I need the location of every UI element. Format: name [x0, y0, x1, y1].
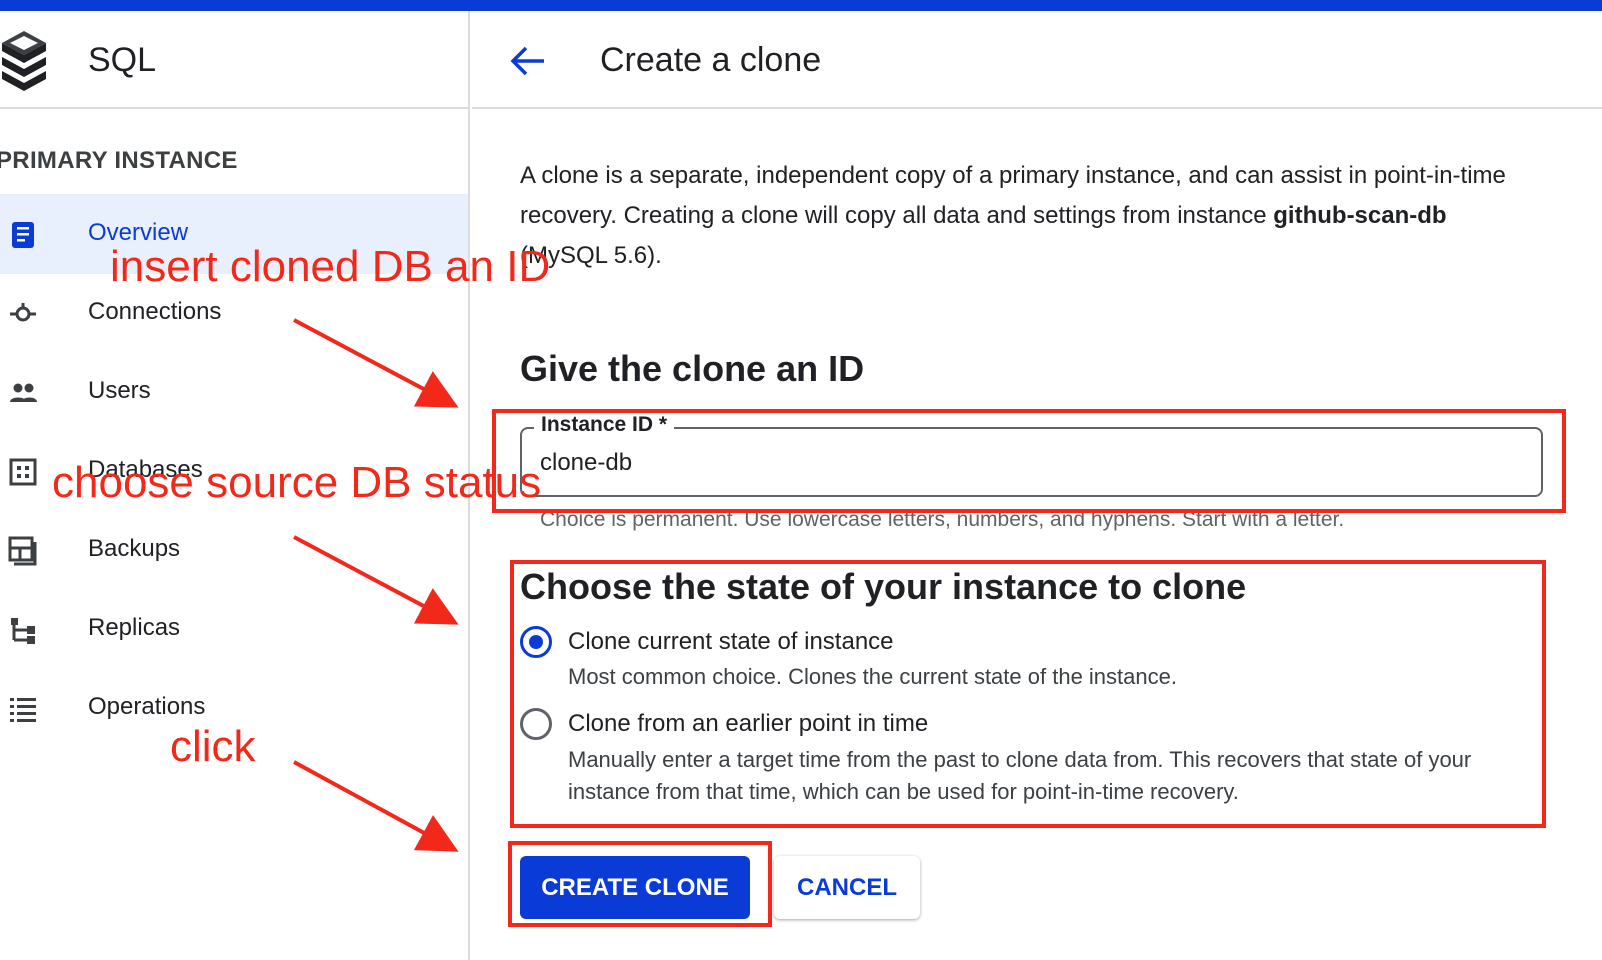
- sidebar-item-backups[interactable]: Backups: [0, 510, 468, 590]
- sidebar-item-databases[interactable]: Databases: [0, 431, 468, 511]
- create-clone-button[interactable]: CREATE CLONE: [520, 856, 750, 919]
- id-section-heading: Give the clone an ID: [520, 348, 865, 389]
- sidebar-item-operations[interactable]: Operations: [0, 668, 468, 748]
- sidebar-item-label: Replicas: [88, 614, 181, 641]
- app-title: SQL: [88, 41, 157, 79]
- arrow-back-icon[interactable]: [508, 41, 548, 81]
- intro-text-after: (MySQL 5.6).: [520, 242, 662, 269]
- sidebar-item-label: Databases: [88, 456, 203, 483]
- sidebar-item-label: Backups: [88, 535, 181, 562]
- page-title: Create a clone: [600, 41, 822, 79]
- option-title[interactable]: Clone from an earlier point in time: [568, 710, 928, 738]
- instance-id-label: Instance ID *: [534, 413, 675, 437]
- page-header: Create a clone: [472, 11, 1602, 109]
- radio-clone-current-state[interactable]: [520, 626, 552, 658]
- option-description: Manually enter a target time from the pa…: [568, 747, 1472, 804]
- cancel-button[interactable]: CANCEL: [774, 856, 920, 919]
- section-label: PRIMARY INSTANCE: [0, 147, 238, 174]
- option-description: Most common choice. Clones the current s…: [568, 664, 1177, 689]
- databases-icon: [9, 458, 37, 486]
- instance-id-field: Instance ID *: [520, 413, 1543, 497]
- intro-text: A clone is a separate, independent copy …: [520, 156, 1540, 276]
- radio-clone-point-in-time[interactable]: [520, 708, 552, 740]
- backups-icon: [8, 536, 37, 566]
- sidebar-item-label: Connections: [88, 298, 222, 325]
- sidebar-item-overview[interactable]: Overview: [0, 194, 468, 274]
- sidebar-item-label: Overview: [88, 219, 189, 246]
- radio-selected-dot: [529, 635, 543, 649]
- sidebar-item-connections[interactable]: Connections: [0, 273, 468, 353]
- instance-id-hint: Choice is permanent. Use lowercase lette…: [540, 508, 1345, 531]
- option-title[interactable]: Clone current state of instance: [568, 628, 894, 656]
- instance-id-input[interactable]: [540, 443, 1520, 483]
- state-section-heading: Choose the state of your instance to clo…: [520, 566, 1247, 607]
- sidebar-item-users[interactable]: Users: [0, 352, 468, 432]
- instance-name: github-scan-db: [1273, 202, 1447, 229]
- sidebar-item-label: Operations: [88, 693, 206, 720]
- sidebar-header: SQL: [0, 11, 470, 109]
- top-accent-bar: [0, 0, 1602, 11]
- users-icon: [10, 383, 37, 402]
- sql-stack-logo-icon: [2, 31, 46, 91]
- sidebar-item-replicas[interactable]: Replicas: [0, 589, 468, 669]
- sidebar-item-label: Users: [88, 377, 151, 404]
- operations-icon: [10, 698, 36, 722]
- replicas-icon: [11, 618, 35, 644]
- connections-icon: [10, 303, 36, 322]
- overview-icon: [12, 222, 34, 248]
- sidebar: SQL PRIMARY INSTANCE Overview Connection…: [0, 11, 470, 960]
